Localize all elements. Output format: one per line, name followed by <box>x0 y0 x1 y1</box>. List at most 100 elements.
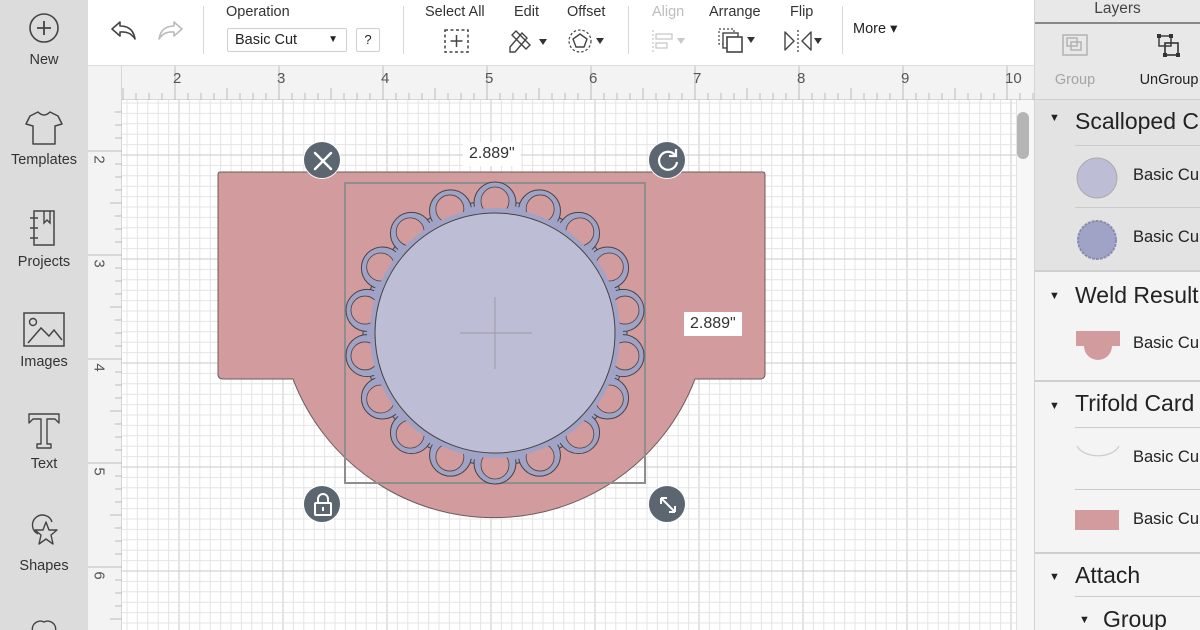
sidebar-item-new[interactable]: New <box>0 10 88 106</box>
caret-down-icon: ▼ <box>328 34 338 45</box>
layer-name: Basic Cu <box>1133 228 1200 246</box>
lock-icon <box>314 493 332 516</box>
ruler-number: 3 <box>90 259 108 268</box>
caret-down-icon[interactable]: ▼ <box>1049 290 1060 302</box>
ungroup-label: UnGroup <box>1139 72 1199 88</box>
layer-item[interactable]: Basic Cu <box>1075 489 1200 551</box>
layer-subgroup: ▼ Group <box>1075 596 1200 630</box>
select-all-icon[interactable] <box>443 28 471 54</box>
ruler-ticks <box>122 66 1034 100</box>
image-icon <box>23 312 65 347</box>
align-label: Align <box>652 4 685 20</box>
ruler-number: 5 <box>90 467 108 476</box>
ungroup-button[interactable]: UnGroup <box>1137 32 1200 88</box>
notebook-icon <box>30 210 55 246</box>
edit-icon[interactable] <box>506 27 550 55</box>
resize-handle[interactable] <box>648 485 686 523</box>
horizontal-ruler: 2 3 4 5 6 7 8 9 10 <box>88 66 1034 100</box>
layers-title: Layers <box>1035 0 1200 24</box>
ruler-number: 5 <box>485 70 494 87</box>
layer-group-trifold-card: ▼ Trifold Card Basic Cu Basic Cu <box>1035 382 1200 554</box>
sidebar-item-upload[interactable] <box>0 614 88 630</box>
cloud-upload-icon <box>31 620 57 630</box>
vertical-ruler: 2 3 4 5 6 <box>88 66 122 630</box>
toolbar-divider <box>842 6 843 54</box>
ruler-number: 9 <box>901 70 910 87</box>
group-label: Group <box>1054 72 1096 88</box>
operation-help-button[interactable]: ? <box>356 28 380 52</box>
undo-icon[interactable] <box>108 16 140 44</box>
left-sidebar: New Templates Projects Images Text Shape… <box>0 0 88 630</box>
ruler-number: 3 <box>277 70 286 87</box>
layer-group-weld-result: ▼ Weld Result Basic Cu <box>1035 272 1200 382</box>
caret-down-icon[interactable]: ▼ <box>1079 614 1090 626</box>
toolbar-divider <box>203 6 204 54</box>
layer-group-title[interactable]: Weld Result <box>1075 282 1199 309</box>
caret-down-icon[interactable]: ▼ <box>1049 571 1060 583</box>
layers-panel: Layers Group UnGroup ▼ Scalloped C Basic… <box>1034 0 1200 630</box>
layer-thumbnail <box>1075 510 1119 530</box>
ruler-ticks <box>88 111 122 620</box>
layer-item[interactable]: Basic Cu <box>1075 207 1200 269</box>
layers-actions: Group UnGroup <box>1035 24 1200 100</box>
sidebar-label: New <box>29 52 59 68</box>
rotate-handle[interactable] <box>648 141 686 179</box>
ruler-number: 8 <box>797 70 806 87</box>
layer-item[interactable]: Basic Cu <box>1075 314 1200 376</box>
layer-subgroup-title[interactable]: Group <box>1103 606 1167 630</box>
ruler-number: 7 <box>693 70 702 87</box>
layer-group-title[interactable]: Trifold Card <box>1075 390 1194 417</box>
vertical-scrollbar-thumb[interactable] <box>1017 112 1029 159</box>
arrange-label: Arrange <box>709 4 761 20</box>
height-dimension-label: 2.889" <box>684 312 742 336</box>
ruler-number: 4 <box>90 363 108 372</box>
operation-select[interactable]: Basic Cut ▼ <box>227 28 347 52</box>
caret-down-icon[interactable]: ▼ <box>1049 112 1060 124</box>
operation-value: Basic Cut <box>235 32 298 48</box>
toolbar-divider <box>403 6 404 54</box>
more-button[interactable]: More ▾ <box>853 21 897 37</box>
layer-thumbnail <box>1076 331 1120 360</box>
caret-down-icon[interactable]: ▼ <box>1049 400 1060 412</box>
sidebar-label: Templates <box>10 152 78 168</box>
sidebar-item-templates[interactable]: Templates <box>0 108 88 204</box>
plus-circle-icon <box>29 13 59 43</box>
vertical-scrollbar-track[interactable] <box>1016 100 1034 630</box>
operation-label: Operation <box>226 4 290 20</box>
group-button[interactable]: Group <box>1049 32 1101 88</box>
group-icon <box>1062 34 1088 56</box>
delete-handle[interactable] <box>303 141 341 179</box>
text-icon <box>28 413 60 449</box>
ruler-number: 4 <box>381 70 390 87</box>
design-canvas[interactable]: 2.889" 2.889" <box>122 100 1016 630</box>
sidebar-label: Text <box>30 456 58 472</box>
ruler-number: 10 <box>1005 70 1022 87</box>
flip-label: Flip <box>790 4 814 20</box>
sidebar-item-text[interactable]: Text <box>0 410 88 506</box>
sidebar-item-projects[interactable]: Projects <box>0 208 88 304</box>
layer-group-title[interactable]: Attach <box>1075 562 1140 589</box>
sidebar-label: Projects <box>17 254 71 270</box>
layer-thumbnail <box>1076 445 1120 457</box>
layer-item[interactable]: Basic Cu <box>1075 427 1200 489</box>
arrange-icon[interactable] <box>716 27 760 55</box>
rotate-icon <box>657 149 679 171</box>
sidebar-item-shapes[interactable]: Shapes <box>0 512 88 608</box>
sidebar-label: Images <box>20 354 68 370</box>
layer-item[interactable]: Basic Cu <box>1075 145 1200 207</box>
layer-group-title[interactable]: Scalloped C <box>1075 108 1199 135</box>
toolbar-divider <box>628 6 629 54</box>
close-icon <box>313 151 333 171</box>
offset-icon[interactable] <box>566 28 610 54</box>
layer-group-scalloped: ▼ Scalloped C Basic Cu Basic Cu <box>1035 100 1200 272</box>
sidebar-item-images[interactable]: Images <box>0 310 88 406</box>
align-icon[interactable] <box>650 28 690 54</box>
ungroup-icon <box>1157 34 1180 57</box>
flip-icon[interactable] <box>782 28 826 54</box>
width-dimension-label: 2.889" <box>463 142 521 166</box>
layer-name: Basic Cu <box>1133 334 1200 352</box>
layer-name: Basic Cu <box>1133 510 1200 528</box>
sidebar-label: Shapes <box>19 558 69 574</box>
redo-icon[interactable] <box>154 16 186 44</box>
lock-handle[interactable] <box>303 485 341 523</box>
